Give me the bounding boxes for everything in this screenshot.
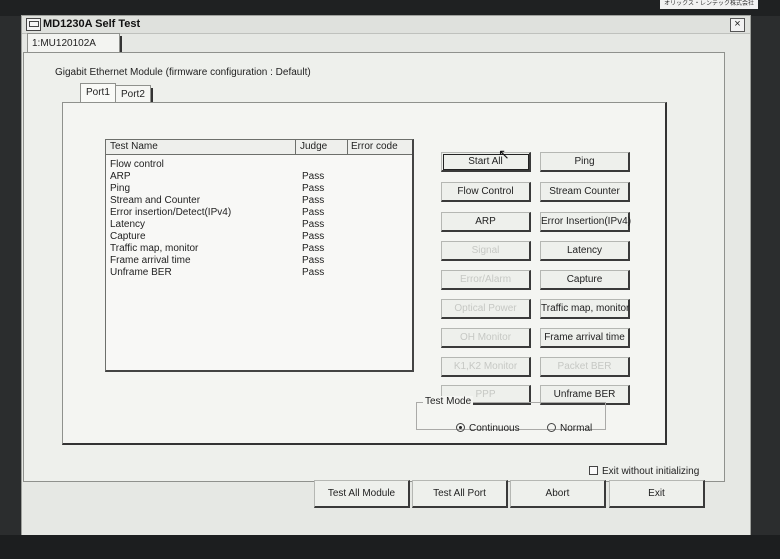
tab-port2[interactable]: Port2	[115, 85, 153, 103]
arp-button[interactable]: ARP	[441, 212, 531, 232]
tab-module[interactable]: 1:MU120102A	[27, 33, 122, 53]
table-row[interactable]: Ping Pass	[106, 183, 412, 195]
monitor-bezel-bottom	[0, 535, 780, 559]
mouse-pointer-icon: ↖	[498, 146, 510, 162]
table-row[interactable]: Flow control	[106, 159, 412, 171]
column-header-judge[interactable]: Judge	[300, 141, 327, 152]
table-row[interactable]: Latency Pass	[106, 219, 412, 231]
k1-k2-monitor-button[interactable]: K1,K2 Monitor	[441, 357, 531, 377]
radio-normal[interactable]: Normal	[547, 423, 592, 434]
table-row[interactable]: Stream and Counter Pass	[106, 195, 412, 207]
optical-power-button[interactable]: Optical Power	[441, 299, 531, 319]
table-row[interactable]: Capture Pass	[106, 231, 412, 243]
table-row[interactable]: Unframe BER Pass	[106, 267, 412, 279]
abort-button[interactable]: Abort	[510, 480, 606, 508]
title-bar: MD1230A Self Test ×	[22, 16, 750, 34]
oh-monitor-button[interactable]: OH Monitor	[441, 328, 531, 348]
test-all-port-button[interactable]: Test All Port	[412, 480, 508, 508]
traffic-map-monitor-button[interactable]: Traffic map, monitor	[540, 299, 630, 319]
start-all-button[interactable]: Start All	[441, 152, 531, 172]
table-row[interactable]: Error insertion/Detect(IPv4) Pass	[106, 207, 412, 219]
table-row[interactable]: ARP Pass	[106, 171, 412, 183]
column-header-test-name[interactable]: Test Name	[110, 141, 158, 152]
test-mode-label: Test Mode	[423, 396, 474, 407]
ping-button[interactable]: Ping	[540, 152, 630, 172]
tab-port1[interactable]: Port1	[80, 83, 118, 102]
close-icon[interactable]: ×	[730, 18, 745, 32]
packet-ber-button[interactable]: Packet BER	[540, 357, 630, 377]
window-title: MD1230A Self Test	[43, 18, 141, 30]
radio-unselected-icon	[547, 423, 556, 432]
stream-counter-button[interactable]: Stream Counter	[540, 182, 630, 202]
frame-arrival-time-button[interactable]: Frame arrival time	[540, 328, 630, 348]
exit-without-initializing-checkbox[interactable]: Exit without initializing	[589, 466, 699, 477]
table-row[interactable]: Frame arrival time Pass	[106, 255, 412, 267]
checkbox-icon	[589, 466, 598, 475]
corner-sticker-label: オリックス・レンテック株式会社	[660, 0, 758, 9]
error-insertion-ipv4-button[interactable]: Error Insertion(IPv4)	[540, 212, 631, 232]
error-alarm-button[interactable]: Error/Alarm	[441, 270, 531, 290]
column-header-error-code[interactable]: Error code	[351, 141, 398, 152]
application-icon	[26, 18, 41, 31]
module-description: Gigabit Ethernet Module (firmware config…	[55, 67, 311, 78]
radio-selected-icon	[456, 423, 465, 432]
table-header: Test Name Judge Error code	[106, 140, 412, 155]
signal-button[interactable]: Signal	[441, 241, 531, 261]
radio-continuous[interactable]: Continuous	[456, 423, 520, 434]
flow-control-button[interactable]: Flow Control	[441, 182, 531, 202]
test-all-module-button[interactable]: Test All Module	[314, 480, 410, 508]
test-results-table: Test Name Judge Error code Flow control …	[105, 139, 414, 372]
exit-button[interactable]: Exit	[609, 480, 705, 508]
capture-button[interactable]: Capture	[540, 270, 630, 290]
table-row[interactable]: Traffic map, monitor Pass	[106, 243, 412, 255]
latency-button[interactable]: Latency	[540, 241, 630, 261]
